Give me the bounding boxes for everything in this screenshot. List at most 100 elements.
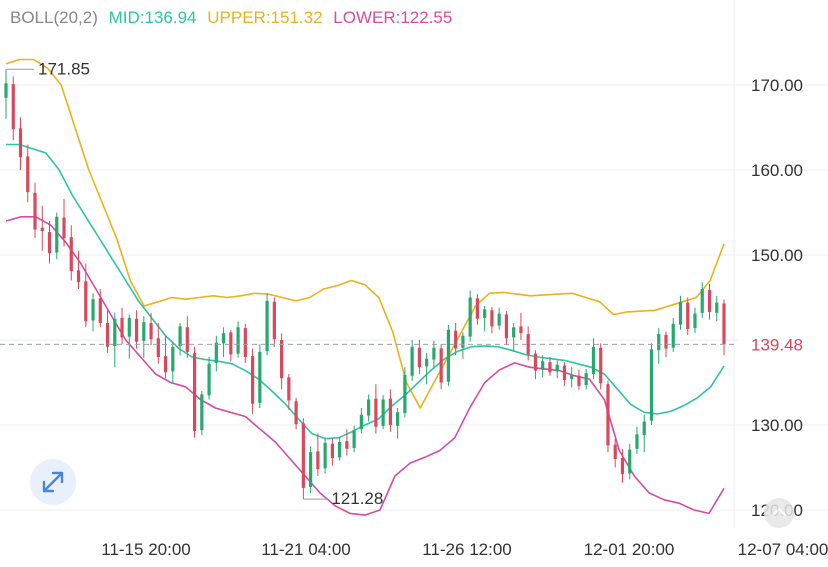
candle-body — [163, 356, 168, 373]
x-tick-label: 12-07 04:00 — [738, 540, 828, 559]
candle-body — [591, 346, 596, 374]
legend-lower: LOWER:122.55 — [333, 8, 452, 27]
candle-down — [577, 369, 581, 391]
candle-body — [657, 334, 661, 351]
candle-down — [454, 323, 458, 356]
candle-body — [301, 423, 305, 488]
candle-body — [345, 441, 349, 449]
candle-body — [47, 232, 52, 254]
x-tick-label: 11-21 04:00 — [261, 540, 350, 559]
candle-down — [120, 307, 124, 345]
candle-body — [265, 300, 269, 352]
candle-body — [548, 362, 552, 373]
candle-down — [69, 225, 73, 281]
candle-body — [330, 443, 334, 459]
expand-diagonal-arrows-icon — [42, 471, 64, 493]
candle-down — [599, 343, 603, 390]
candle-body — [156, 338, 160, 357]
candle-up — [91, 293, 95, 332]
candle-down — [76, 250, 81, 289]
candle-up — [468, 290, 472, 342]
candle-down — [686, 297, 690, 335]
candle-body — [526, 334, 530, 355]
candle-up — [584, 368, 588, 390]
candle-up — [570, 367, 574, 388]
y-tick-label: 160.00 — [751, 161, 803, 180]
y-tick-label: 130.00 — [751, 416, 803, 435]
candle-body — [243, 328, 247, 357]
candle-body — [417, 347, 421, 368]
candle-up — [207, 357, 211, 400]
candle-up — [171, 341, 175, 385]
candle-body — [200, 394, 204, 431]
expand-chart-button[interactable] — [30, 459, 76, 505]
candle-body — [541, 361, 545, 370]
candle-up — [200, 391, 204, 436]
candle-up — [381, 395, 385, 430]
candle-body — [533, 353, 538, 371]
candle-body — [722, 303, 726, 345]
band-upper-line — [5, 58, 725, 409]
candle-body — [294, 401, 298, 425]
candle-body — [693, 313, 697, 329]
candle-body — [461, 335, 465, 348]
candle-body — [352, 430, 356, 448]
candle-up — [693, 307, 697, 334]
candle-up — [446, 324, 451, 386]
candle-body — [171, 346, 175, 372]
candle-body — [388, 398, 392, 425]
candle-body — [628, 449, 632, 474]
indicator-legend: BOLL(20,2) MID:136.94 UPPER:151.32 LOWER… — [10, 8, 458, 28]
candle-body — [26, 156, 30, 193]
candle-up — [425, 352, 429, 385]
candle-body — [185, 327, 189, 352]
candle-up — [396, 408, 400, 439]
candle-body — [468, 297, 472, 337]
candle-body — [446, 329, 451, 382]
high-marker-label: 171.85 — [38, 59, 90, 78]
candle-up — [265, 293, 269, 356]
candle-body — [519, 326, 523, 334]
candle-down — [301, 418, 305, 500]
candle-body — [221, 333, 226, 344]
candle-body — [272, 301, 276, 340]
candle-up — [635, 426, 639, 454]
candle-up — [236, 321, 240, 358]
candle-down — [250, 348, 255, 414]
candle-body — [432, 347, 436, 360]
candle-down — [439, 344, 443, 390]
candle-body — [287, 377, 291, 401]
candle-body — [396, 412, 400, 426]
chart-area[interactable]: 170.00160.00150.00140.00130.00120.00 11-… — [0, 0, 828, 562]
legend-lower-value: 122.55 — [400, 8, 453, 27]
candle-body — [410, 346, 414, 376]
candle-down — [134, 310, 139, 349]
legend-mid-value: 136.94 — [144, 8, 197, 27]
corner-scroll-button[interactable] — [764, 498, 794, 528]
candle-down — [606, 380, 610, 453]
candle-body — [374, 398, 378, 427]
candle-body — [700, 289, 704, 313]
candlestick-chart[interactable]: 170.00160.00150.00140.00130.00120.00 11-… — [0, 0, 828, 562]
candle-body — [562, 365, 567, 380]
candle-body — [678, 301, 683, 325]
candle-down — [185, 316, 189, 358]
x-tick-label: 11-15 20:00 — [101, 540, 190, 559]
candle-up — [127, 314, 131, 359]
chevron-up-circle-icon — [771, 507, 787, 517]
candle-body — [338, 442, 342, 458]
candle-down — [229, 329, 233, 362]
candle-down — [287, 374, 291, 410]
candle-body — [577, 375, 581, 386]
candle-body — [98, 298, 102, 323]
legend-mid-label: MID: — [108, 8, 145, 27]
legend-indicator-name: BOLL(20,2) — [10, 8, 98, 27]
candle-body — [635, 434, 639, 449]
candle-up — [628, 443, 632, 480]
x-axis: 11-15 20:00 11-21 04:00 11-26 12:00 12-01 2… — [101, 540, 828, 559]
candle-up — [483, 306, 487, 332]
candle-up — [497, 307, 501, 330]
candle-up — [410, 340, 414, 381]
candle-up — [649, 343, 654, 425]
candle-body — [671, 323, 675, 348]
